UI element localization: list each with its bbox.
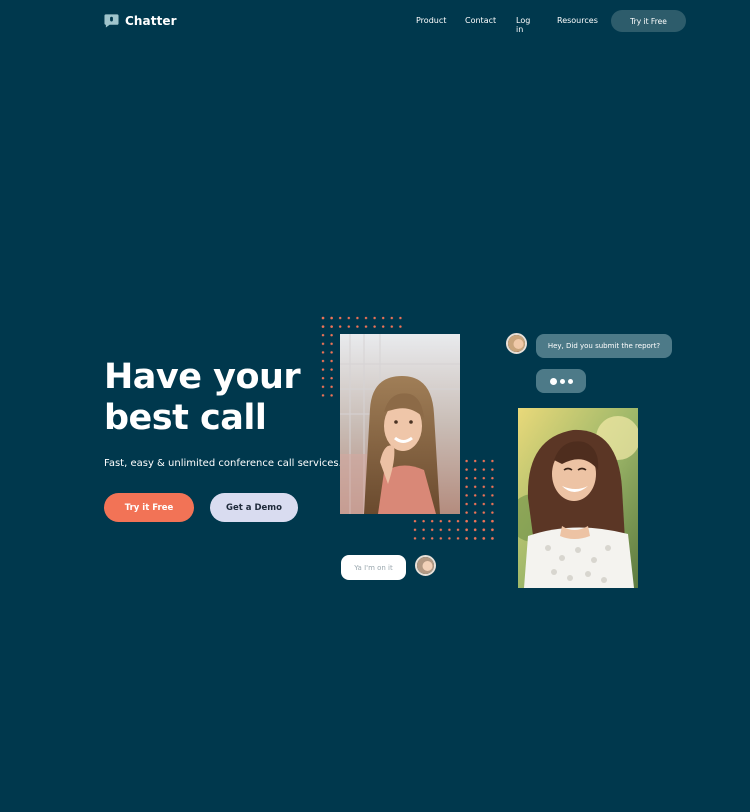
typing-dot [559,378,565,384]
nav-link-contact[interactable]: Contact [465,16,496,25]
hero-title-line-1: Have your [104,357,301,397]
caller-photo-2 [518,408,638,588]
typing-indicator [536,369,586,393]
avatar-outgoing [415,555,436,576]
chat-bubble-icon [104,14,119,28]
typing-dot [549,377,557,385]
avatar-incoming [506,333,527,354]
brand-name: Chatter [125,13,177,28]
get-demo-button[interactable]: Get a Demo [210,493,298,522]
outgoing-message-bubble: Ya I'm on it [341,555,406,580]
hero-subtitle: Fast, easy & unlimited conference call s… [104,458,342,469]
nav-link-resources[interactable]: Resources [557,16,598,25]
incoming-message-bubble: Hey, Did you submit the report? [536,334,672,358]
hero-title-line-2: best call [104,398,267,438]
try-free-button[interactable]: Try it Free [104,493,194,522]
caller-photo-1 [340,334,460,514]
nav-link-login[interactable]: Log in [516,16,530,34]
brand-logo[interactable]: Chatter [104,13,177,28]
nav-link-product[interactable]: Product [416,16,446,25]
nav-try-free-button[interactable]: Try it Free [611,10,686,32]
hero-title: Have your best call [104,357,301,439]
typing-dot [567,378,573,384]
